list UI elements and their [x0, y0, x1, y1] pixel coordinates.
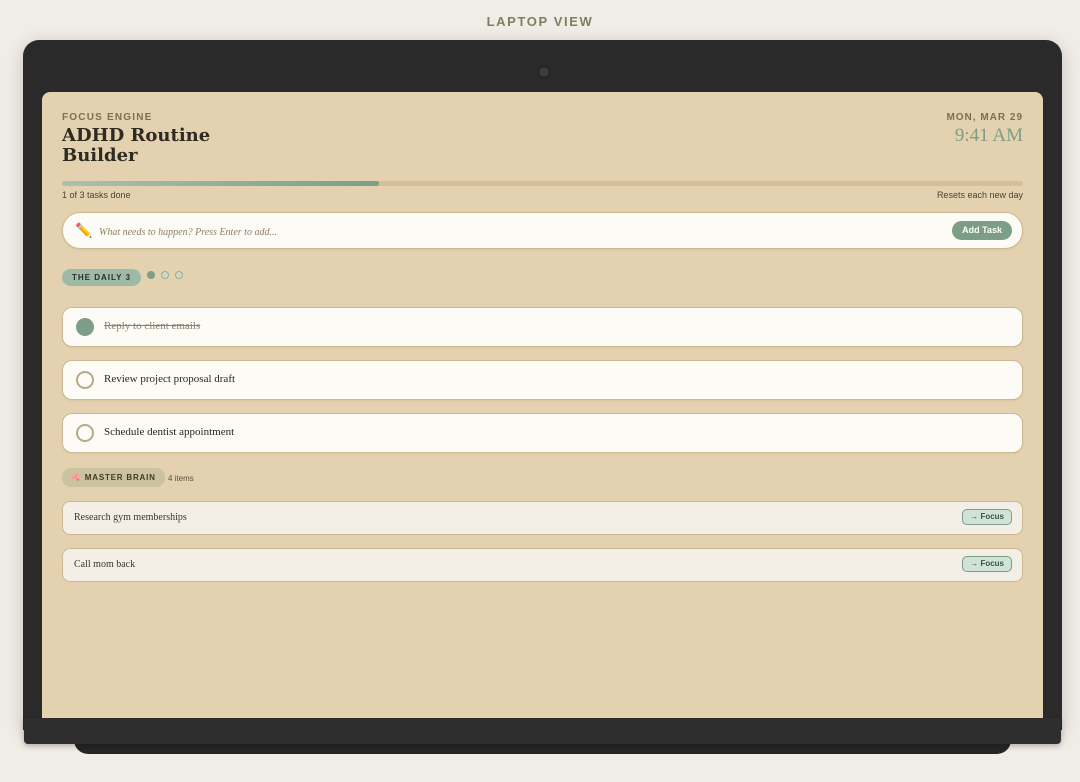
- progress-bar: [62, 181, 1023, 186]
- brain-item-label: Call mom back: [74, 559, 136, 570]
- laptop-base: [24, 718, 1061, 744]
- progress-note: Resets each new day: [936, 190, 1023, 200]
- focus-button[interactable]: → Focus: [962, 509, 1012, 525]
- pencil-icon: ✏️: [75, 222, 93, 238]
- camera-icon: [538, 66, 550, 78]
- empty-circle-icon[interactable]: [76, 371, 94, 389]
- daily-three-badge: THE DAILY 3: [62, 269, 142, 286]
- brain-item: Research gym memberships → Focus: [62, 501, 1023, 535]
- app-screen: FOCUS ENGINE ADHD Routine Builder MON, M…: [42, 92, 1043, 718]
- task-input[interactable]: [97, 222, 901, 242]
- task-label: Reply to client emails: [104, 320, 201, 332]
- task-label: Review project proposal draft: [104, 373, 236, 385]
- check-circle-icon[interactable]: [76, 318, 94, 336]
- task-card[interactable]: Reply to client emails: [62, 307, 1023, 347]
- progress-dot-filled: [147, 271, 155, 279]
- brain-item-label: Research gym memberships: [74, 512, 187, 523]
- focus-button[interactable]: → Focus: [962, 556, 1012, 572]
- date-display: MON, MAR 29: [946, 112, 1023, 123]
- add-task-button[interactable]: Add Task: [952, 221, 1012, 240]
- progress-dot-empty: [175, 271, 183, 279]
- master-brain-count: 4 items: [168, 474, 194, 483]
- task-input-bar: ✏️ Add Task: [62, 212, 1023, 249]
- brain-item: Call mom back → Focus: [62, 548, 1023, 582]
- progress-count: 1 of 3 tasks done: [62, 190, 131, 200]
- time-display: 9:41 AM: [954, 125, 1023, 146]
- task-label: Schedule dentist appointment: [104, 426, 235, 438]
- task-card[interactable]: Schedule dentist appointment: [62, 413, 1023, 453]
- master-brain-badge: 🧠 MASTER BRAIN: [62, 468, 165, 487]
- app-eyebrow: FOCUS ENGINE: [62, 112, 153, 123]
- page-title: ADHD Routine Builder: [62, 125, 211, 166]
- task-card[interactable]: Review project proposal draft: [62, 360, 1023, 400]
- progress-fill: [62, 181, 380, 186]
- progress-dot-empty: [161, 271, 169, 279]
- empty-circle-icon[interactable]: [76, 424, 94, 442]
- view-label: LAPTOP VIEW: [486, 14, 594, 29]
